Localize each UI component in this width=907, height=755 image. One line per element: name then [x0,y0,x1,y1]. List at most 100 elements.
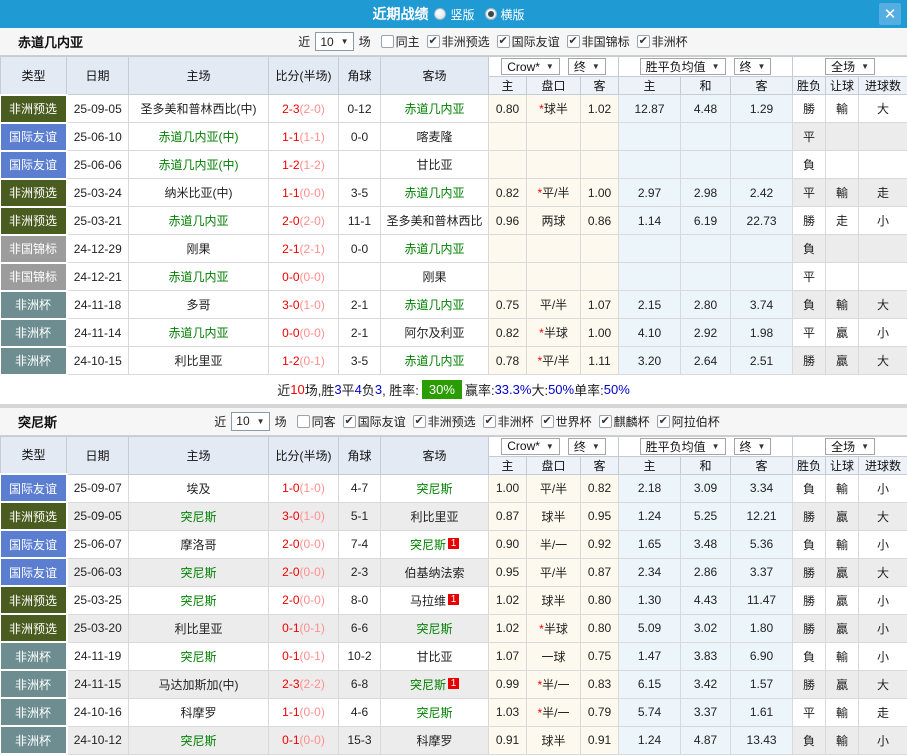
avg-draw: 4.43 [681,586,731,614]
recent-prefix-label: 近 [214,413,226,430]
result-wdl: 負 [793,726,826,754]
competition-checkbox[interactable]: ✔非国锦标 [567,33,630,50]
close-icon[interactable]: ✕ [879,3,901,25]
competition-checkbox[interactable]: ✔非洲预选 [427,33,490,50]
home-team: 赤道几内亚(中) [129,123,269,151]
match-date: 24-12-29 [67,235,129,263]
competition-checkbox[interactable]: ✔麒麟杯 [599,413,650,430]
dropdown-Crow*[interactable]: Crow*▼ [501,58,560,75]
avg-away: 2.42 [731,179,793,207]
avg-away: 1.29 [731,95,793,123]
column-header: 类型 [1,57,67,95]
competition-checkbox[interactable]: ✔阿拉伯杯 [657,413,720,430]
home-team-name: 突尼斯 [180,734,216,748]
odds-handicap: *平/半 [527,347,581,375]
result-goals: 小 [859,207,907,235]
competition-checkbox[interactable]: ✔非洲预选 [413,413,476,430]
avg-draw: 2.64 [681,347,731,375]
match-row: 非洲杯24-11-15马达加斯加(中)2-3(2-2)6-8突尼斯10.99*半… [1,670,907,698]
odds-away: 0.95 [581,502,619,530]
radio-vertical-layout[interactable]: 竖版 [434,6,474,23]
corner-count: 0-12 [339,95,381,123]
score: 3-0(1-0) [269,502,339,530]
score: 2-0(2-0) [269,207,339,235]
result-handicap: 輸 [826,698,859,726]
away-team-name: 马拉维 [410,594,446,608]
layout-radio-group: 竖版 横版 [430,6,534,23]
match-type-badge: 非洲预选 [1,179,67,207]
recent-count-select[interactable]: 10▼ [315,32,353,51]
dropdown-全场[interactable]: 全场▼ [825,58,875,75]
dropdown-终[interactable]: 终▼ [734,58,772,75]
odds-handicap: 球半 [527,726,581,754]
match-date: 24-10-16 [67,698,129,726]
score: 2-3(2-0) [269,95,339,123]
result-goals: 小 [859,642,907,670]
odds-away: 0.80 [581,586,619,614]
sub-column-header: 和 [681,77,731,95]
odds-handicap [527,235,581,263]
home-team: 利比里亚 [129,347,269,375]
away-team: 马拉维1 [381,586,489,614]
odds-away: 0.82 [581,474,619,502]
result-wdl: 平 [793,123,826,151]
result-goals: 大 [859,291,907,319]
match-date: 25-09-05 [67,502,129,530]
result-handicap: 贏 [826,319,859,347]
score: 0-0(0-0) [269,263,339,291]
corner-count: 2-1 [339,291,381,319]
fulltime-score: 0-1 [282,649,299,663]
halftime-score: (1-0) [300,298,325,312]
match-row: 非洲杯24-10-12突尼斯0-1(0-0)15-3科摩罗0.91球半0.911… [1,726,907,754]
competition-checkbox[interactable]: ✔国际友谊 [497,33,560,50]
match-date: 25-03-21 [67,207,129,235]
result-handicap [826,151,859,179]
chevron-down-icon: ▼ [546,442,554,451]
dropdown-Crow*[interactable]: Crow*▼ [501,438,560,455]
dropdown-终[interactable]: 终▼ [734,438,772,455]
home-team-name: 突尼斯 [180,510,216,524]
radio-horizontal-layout[interactable]: 横版 [485,6,525,23]
away-team: 赤道几内亚 [381,235,489,263]
away-team-name: 伯基纳法索 [404,566,464,580]
recent-count-select[interactable]: 10▼ [231,412,269,431]
result-goals: 大 [859,670,907,698]
checkbox-icon: ✔ [483,415,496,428]
avg-draw: 2.80 [681,291,731,319]
result-handicap: 輸 [826,179,859,207]
competition-checkbox[interactable]: ✔非洲杯 [637,33,688,50]
match-type-badge: 非国锦标 [1,235,67,263]
dropdown-header-cell: 胜平负均值▼ 终▼ [619,436,793,456]
competition-checkbox[interactable]: ✔国际友谊 [343,413,406,430]
odds-handicap: 一球 [527,642,581,670]
home-team: 赤道几内亚(中) [129,151,269,179]
checkbox-icon: ✔ [657,415,670,428]
dropdown-终[interactable]: 终▼ [568,58,606,75]
dropdown-终[interactable]: 终▼ [568,438,606,455]
halftime-score: (0-0) [300,565,325,579]
same-venue-checkbox[interactable]: 同主 [381,33,420,50]
home-team-name: 赤道几内亚 [168,214,228,228]
dropdown-wrap: Crow*▼ 终▼ [489,58,618,75]
result-handicap: 贏 [826,347,859,375]
competition-checkbox-label: 非洲杯 [498,413,534,430]
odds-value: 平/半 [542,186,569,200]
dropdown-胜平负均值[interactable]: 胜平负均值▼ [640,58,726,75]
avg-home: 1.24 [619,502,681,530]
home-team-name: 赤道几内亚 [168,326,228,340]
match-row: 非洲预选25-09-05突尼斯3-0(1-0)5-1利比里亚0.87球半0.95… [1,502,907,530]
competition-checkbox[interactable]: ✔世界杯 [541,413,592,430]
dropdown-全场[interactable]: 全场▼ [825,438,875,455]
result-wdl: 負 [793,291,826,319]
avg-away: 3.34 [731,474,793,502]
result-goals: 小 [859,614,907,642]
competition-checkbox[interactable]: ✔非洲杯 [483,413,534,430]
away-team: 突尼斯 [381,698,489,726]
corner-count [339,151,381,179]
same-venue-checkbox[interactable]: 同客 [297,413,336,430]
avg-draw: 4.87 [681,726,731,754]
summary-part: 赢率: [465,380,495,399]
dropdown-胜平负均值[interactable]: 胜平负均值▼ [640,438,726,455]
odds-away: 0.75 [581,642,619,670]
summary-part: 大: [531,380,548,399]
